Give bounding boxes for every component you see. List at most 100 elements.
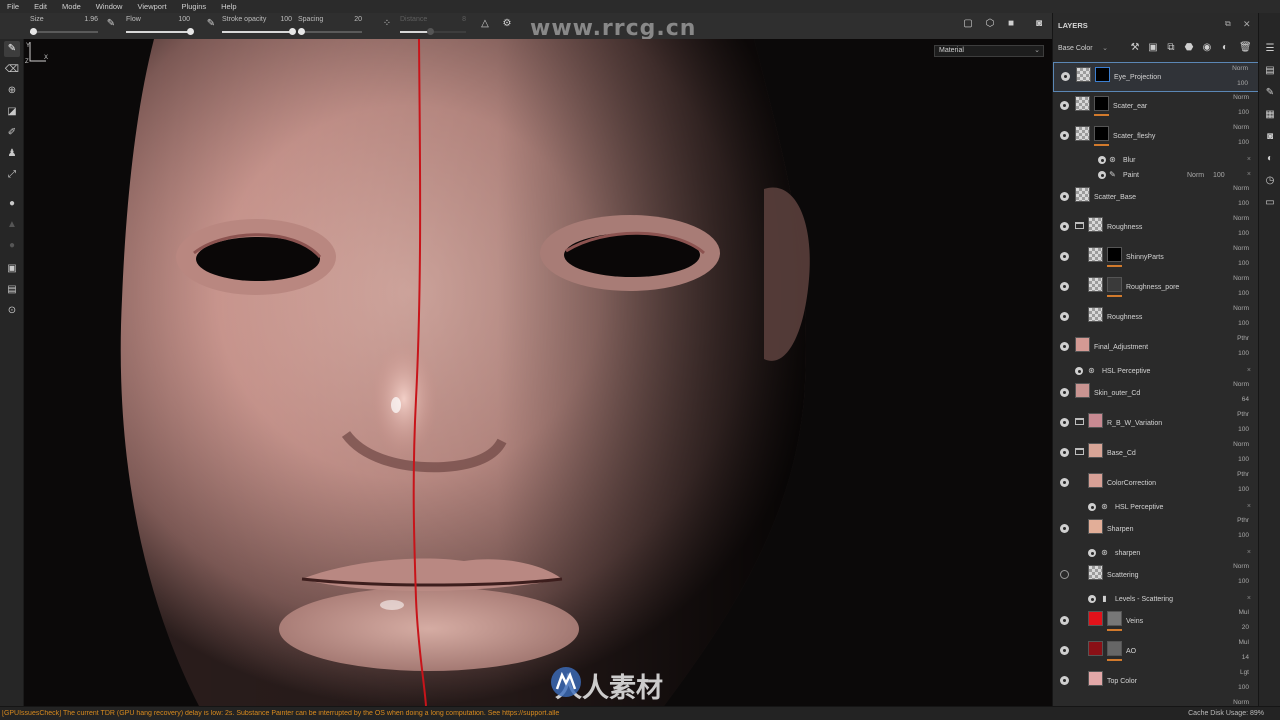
add-paint-layer-icon[interactable]: ◉ xyxy=(1201,41,1213,55)
layer-row[interactable]: Scater_ear Norm 100 xyxy=(1053,92,1259,122)
pen-pressure-icon[interactable]: ✎ xyxy=(104,17,118,31)
remove-effect-icon[interactable]: × xyxy=(1247,595,1251,602)
layer-row[interactable]: ShinnyParts Norm 100 xyxy=(1053,243,1259,273)
layer-row[interactable]: Scater_fleshy Norm 100 xyxy=(1053,122,1259,152)
layer-mask-thumbnail[interactable] xyxy=(1107,611,1122,626)
display-settings-dock-icon[interactable]: ▦ xyxy=(1264,109,1276,121)
visibility-eye-icon[interactable] xyxy=(1060,524,1069,533)
blend-mode[interactable]: Lgt xyxy=(1240,669,1249,676)
folder-row[interactable]: Roughness Norm 100 xyxy=(1053,213,1259,243)
delete-layer-icon[interactable]: 🗑 xyxy=(1239,41,1252,55)
layer-row[interactable]: Scattering Norm 100 xyxy=(1053,561,1259,591)
stroke-opacity-value[interactable]: 100 xyxy=(280,16,292,23)
effect-row[interactable]: ▮ Levels - Scattering × xyxy=(1053,592,1259,607)
camera-icon[interactable]: ■ xyxy=(1004,17,1018,31)
photoshop-export-icon[interactable]: ▣ xyxy=(4,261,20,277)
folder-row[interactable]: Base_Cd Norm 100 xyxy=(1053,439,1259,469)
visibility-eye-icon[interactable] xyxy=(1060,616,1069,625)
color-picker-tool-icon[interactable]: ⤢ xyxy=(4,167,20,183)
layer-opacity[interactable]: 100 xyxy=(1238,426,1249,433)
folder-row[interactable]: R_B_W_Variation Pthr 100 xyxy=(1053,409,1259,439)
blend-mode[interactable]: Norm xyxy=(1232,65,1248,72)
visibility-eye-icon[interactable] xyxy=(1060,282,1069,291)
layer-opacity[interactable]: 100 xyxy=(1238,456,1249,463)
effect-row[interactable]: ⊛ HSL Perceptive × xyxy=(1053,364,1259,379)
blend-mode[interactable]: Norm xyxy=(1233,94,1249,101)
remove-effect-icon[interactable]: × xyxy=(1247,367,1251,374)
frame-icon[interactable]: ▢ xyxy=(961,17,975,31)
layer-opacity[interactable]: 100 xyxy=(1238,230,1249,237)
layer-row[interactable]: Roughness_pore Norm 100 xyxy=(1053,273,1259,303)
lazy-mouse-icon[interactable]: ⁘ xyxy=(380,17,394,31)
visibility-eye-icon[interactable] xyxy=(1098,156,1106,164)
paint-brush-tool-icon[interactable]: ✎ xyxy=(4,41,20,57)
layer-row[interactable]: Skin_outer_Cd Norm 64 xyxy=(1053,379,1259,409)
layer-mask-thumbnail[interactable] xyxy=(1107,247,1122,262)
layer-opacity[interactable]: 14 xyxy=(1242,654,1249,661)
layer-opacity[interactable]: 100 xyxy=(1238,532,1249,539)
layer-opacity[interactable]: 100 xyxy=(1238,290,1249,297)
layer-row[interactable]: Final_Adjustment Pthr 100 xyxy=(1053,333,1259,363)
export-icon[interactable]: ▤ xyxy=(4,282,20,298)
layer-opacity[interactable]: 20 xyxy=(1242,624,1249,631)
eraser-tool-icon[interactable]: ⌫ xyxy=(4,62,20,78)
add-layer-stack-icon[interactable]: ⧉ xyxy=(1165,41,1177,55)
add-effect-icon[interactable]: ⚒ xyxy=(1129,41,1141,55)
shader-settings-dock-icon[interactable]: ◐ xyxy=(1264,153,1276,165)
viewport-mode-select[interactable]: Material ⌄ xyxy=(934,45,1044,57)
menu-plugins[interactable]: Plugins xyxy=(182,2,207,11)
flow-pressure-icon[interactable]: ✎ xyxy=(204,17,218,31)
size-slider[interactable]: Size 1.96 xyxy=(30,14,98,38)
visibility-eye-icon[interactable] xyxy=(1060,646,1069,655)
float-panel-icon[interactable]: ⧉ xyxy=(1225,19,1231,29)
projection-tool-icon[interactable]: ⊕ xyxy=(4,83,20,99)
menu-file[interactable]: File xyxy=(7,2,19,11)
blend-mode[interactable]: Norm xyxy=(1233,563,1249,570)
visibility-eye-icon[interactable] xyxy=(1060,101,1069,110)
effect-row[interactable]: ⊛ HSL Perceptive × xyxy=(1053,500,1259,515)
3d-viewport[interactable]: Material ⌄ Y X Z 人人素材 xyxy=(24,39,1052,706)
menu-help[interactable]: Help xyxy=(221,2,236,11)
visibility-eye-icon[interactable] xyxy=(1088,595,1096,603)
remove-effect-icon[interactable]: × xyxy=(1247,171,1251,178)
visibility-eye-icon[interactable] xyxy=(1060,252,1069,261)
symmetry-icon[interactable]: △ xyxy=(478,17,492,31)
layer-opacity[interactable]: 100 xyxy=(1238,350,1249,357)
spacing-slider[interactable]: Spacing 20 xyxy=(298,14,362,38)
layer-opacity[interactable]: 100 xyxy=(1238,139,1249,146)
screenshot-icon[interactable]: ◙ xyxy=(1032,17,1046,31)
polygon-fill-tool-icon[interactable]: ◪ xyxy=(4,104,20,120)
close-panel-icon[interactable]: ✕ xyxy=(1243,19,1251,30)
visibility-eye-icon[interactable] xyxy=(1060,131,1069,140)
blend-mode[interactable]: Pthr xyxy=(1237,411,1249,418)
visibility-eye-icon[interactable] xyxy=(1060,478,1069,487)
menu-edit[interactable]: Edit xyxy=(34,2,47,11)
layer-row[interactable]: AO Mul 14 xyxy=(1053,637,1259,667)
menu-mode[interactable]: Mode xyxy=(62,2,81,11)
layer-row[interactable]: Scatter_Base Norm 100 xyxy=(1053,183,1259,213)
status-message[interactable]: [GPUIssuesCheck] The current TDR (GPU ha… xyxy=(2,710,582,717)
layer-row[interactable]: Veins Mul 20 xyxy=(1053,607,1259,637)
visibility-eye-icon[interactable] xyxy=(1098,171,1106,179)
layer-mask-thumbnail[interactable] xyxy=(1094,96,1109,111)
layer-opacity[interactable]: 100 xyxy=(1237,80,1248,87)
add-mask-icon[interactable]: ▣ xyxy=(1147,41,1159,55)
layer-opacity[interactable]: 100 xyxy=(1238,109,1249,116)
layer-mask-thumbnail[interactable] xyxy=(1094,126,1109,141)
layer-opacity[interactable]: 100 xyxy=(1238,486,1249,493)
folder-icon[interactable] xyxy=(1075,222,1084,229)
layer-row[interactable]: Roughness Norm 100 xyxy=(1053,303,1259,333)
layers-dock-icon[interactable]: ☰ xyxy=(1264,43,1276,55)
visibility-eye-icon[interactable] xyxy=(1088,503,1096,511)
flow-value[interactable]: 100 xyxy=(178,16,190,23)
layer-mask-thumbnail[interactable] xyxy=(1107,641,1122,656)
layer-opacity[interactable]: 100 xyxy=(1238,260,1249,267)
layer-row[interactable]: Top Color Lgt 100 xyxy=(1053,667,1259,697)
add-fill-layer-icon[interactable]: ⬣ xyxy=(1183,41,1195,55)
cube-view-icon[interactable]: ⬡ xyxy=(983,17,997,31)
visibility-eye-icon[interactable] xyxy=(1088,549,1096,557)
layer-row[interactable]: ColorCorrection Pthr 100 xyxy=(1053,469,1259,499)
blend-mode[interactable]: Mul xyxy=(1239,639,1249,646)
layer-opacity[interactable]: 100 xyxy=(1238,578,1249,585)
visibility-eye-icon[interactable] xyxy=(1060,222,1069,231)
